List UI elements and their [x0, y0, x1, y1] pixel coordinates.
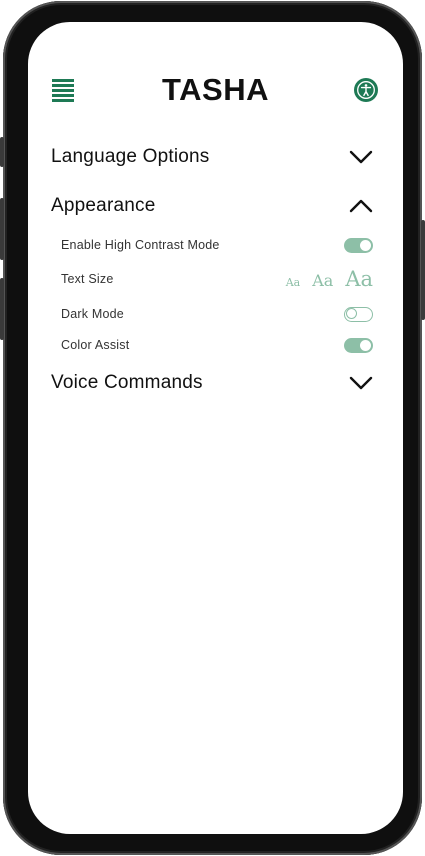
mute-switch — [0, 137, 4, 167]
section-title: Voice Commands — [51, 372, 203, 393]
chevron-up-icon — [349, 199, 373, 213]
accessibility-icon[interactable] — [354, 78, 378, 102]
chevron-down-icon — [349, 376, 373, 390]
dark-mode-toggle[interactable] — [344, 306, 373, 322]
row-color-assist: Color Assist — [61, 334, 373, 356]
section-voice-commands[interactable]: Voice Commands — [51, 368, 373, 398]
chevron-down-icon — [349, 150, 373, 164]
section-appearance[interactable]: Appearance — [51, 191, 373, 221]
setting-label: Enable High Contrast Mode — [61, 238, 220, 252]
volume-down-button — [0, 278, 4, 340]
row-dark-mode: Dark Mode — [61, 303, 373, 325]
color-assist-toggle[interactable] — [344, 337, 373, 353]
row-text-size: Text Size Aa Aa Aa — [61, 267, 373, 291]
app-header: TASHA — [28, 22, 403, 158]
text-size-small[interactable]: Aa — [286, 276, 301, 289]
section-title: Language Options — [51, 146, 210, 167]
text-size-medium[interactable]: Aa — [312, 271, 333, 290]
phone-frame: TASHA Language Options Appearance Enable… — [0, 1, 425, 855]
section-language-options[interactable]: Language Options — [51, 142, 373, 172]
section-title: Appearance — [51, 195, 156, 216]
high-contrast-toggle[interactable] — [344, 237, 373, 253]
row-high-contrast: Enable High Contrast Mode — [61, 234, 373, 256]
power-button — [421, 220, 425, 320]
volume-up-button — [0, 198, 4, 260]
setting-label: Color Assist — [61, 338, 130, 352]
text-size-options: Aa Aa Aa — [286, 267, 373, 291]
setting-label: Dark Mode — [61, 307, 124, 321]
text-size-large[interactable]: Aa — [345, 267, 373, 291]
app-screen: TASHA Language Options Appearance Enable… — [28, 22, 403, 834]
app-title: TASHA — [162, 72, 269, 107]
setting-label: Text Size — [61, 272, 114, 286]
